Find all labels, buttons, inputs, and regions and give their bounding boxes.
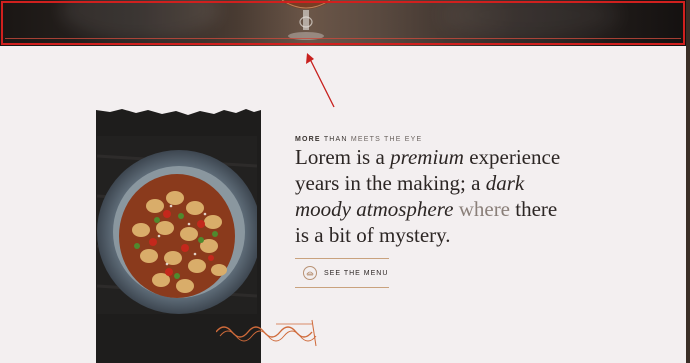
headline-where: where: [453, 197, 516, 221]
eyebrow-light: MEETS THE EYE: [350, 136, 423, 143]
see-the-menu-button[interactable]: SEE THE MENU: [295, 258, 389, 288]
gnocchi-bowl-icon: [97, 136, 257, 314]
headline-part-1: Lorem is a: [295, 145, 391, 169]
eyebrow-rest: THAN: [320, 136, 351, 143]
intro-headline: Lorem is a premium experience years in t…: [295, 144, 565, 248]
page: MORE THAN MEETS THE EYE Lorem is a premi…: [0, 0, 686, 363]
headline-premium: premium: [390, 145, 464, 169]
see-the-menu-label: SEE THE MENU: [324, 269, 389, 277]
section-eyebrow: MORE THAN MEETS THE EYE: [295, 136, 422, 143]
eyebrow-bold: MORE: [295, 136, 321, 143]
highlight-box: [1, 1, 685, 45]
annotation-arrow-icon: [306, 53, 335, 108]
scrollbar-edge: [686, 0, 690, 363]
decorative-wave-icon: [216, 319, 317, 347]
plate-icon: [303, 266, 317, 280]
torn-paper-edge: [96, 106, 261, 115]
